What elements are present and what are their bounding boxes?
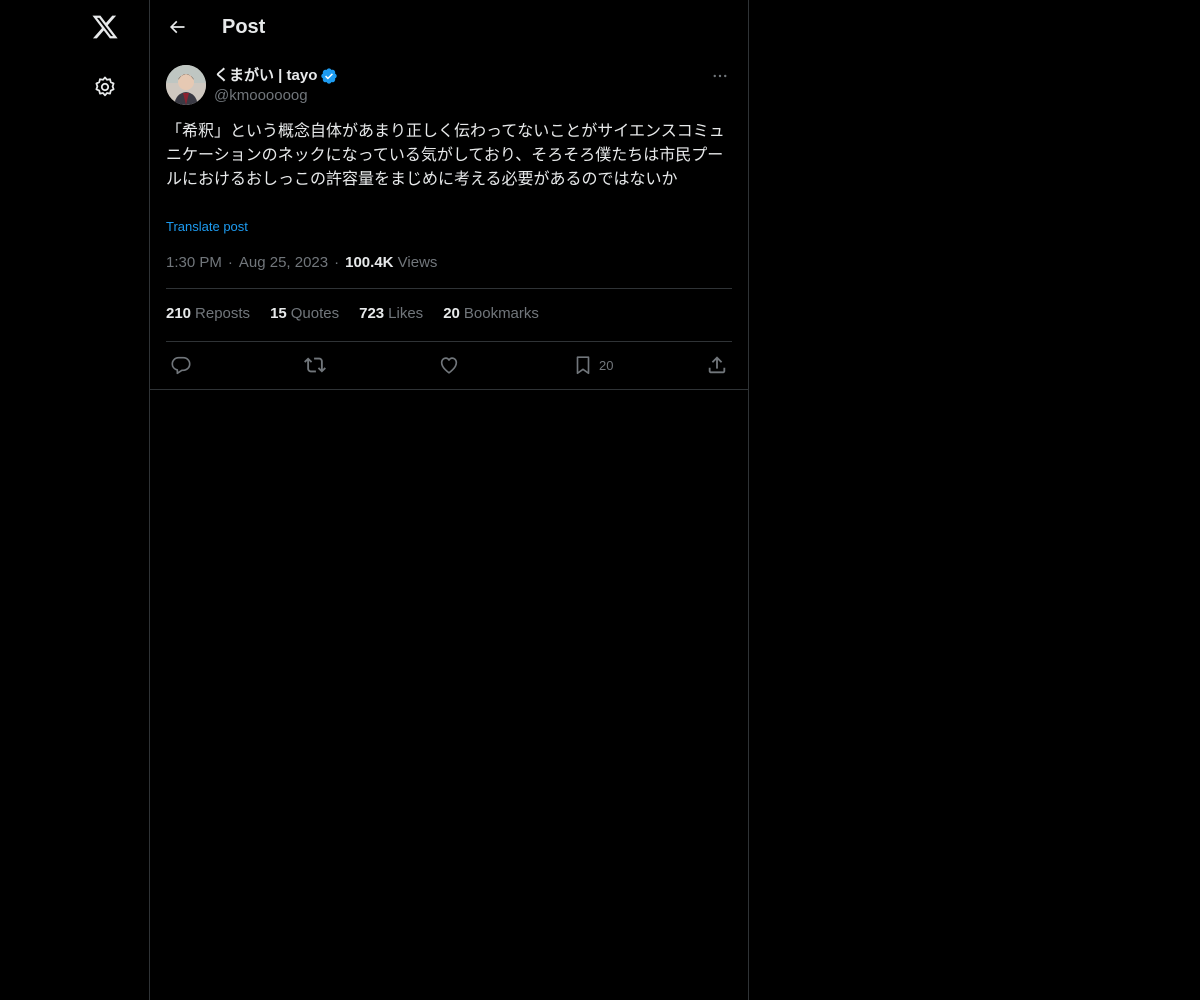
left-nav-rail <box>0 0 149 1000</box>
bookmark-icon <box>576 356 590 375</box>
more-horizontal-icon <box>713 74 727 78</box>
repost-icon <box>304 357 326 373</box>
likes-count: 723 <box>359 305 385 322</box>
views-label: Views <box>397 254 438 271</box>
page-title: Post <box>222 16 266 38</box>
reposts-count: 210 <box>166 305 192 322</box>
author-handle[interactable]: @kmoooooog <box>214 86 308 106</box>
divider <box>166 341 732 342</box>
reply-button[interactable] <box>170 352 192 378</box>
post-header: Post <box>150 0 748 53</box>
back-button[interactable] <box>160 10 194 44</box>
separator-dot: · <box>334 254 340 271</box>
author-name-text: くまがい | tayo <box>214 67 318 84</box>
share-icon <box>708 356 726 374</box>
avatar[interactable] <box>166 65 206 105</box>
reposts-label: Reposts <box>195 305 251 322</box>
verified-badge-icon <box>320 67 338 85</box>
share-button[interactable] <box>706 352 728 378</box>
quotes-count: 15 <box>270 305 287 322</box>
app-root: Post くまがい | tayo @kmoooooog 「希釈」という概念自体が… <box>0 0 1200 1000</box>
post-metadata: 1:30 PM · Aug 25, 2023 · 100.4K Views <box>166 253 437 273</box>
divider <box>150 389 748 390</box>
likes-label: Likes <box>388 305 424 322</box>
repost-button[interactable] <box>304 352 326 378</box>
more-options-button[interactable] <box>708 64 732 88</box>
bookmarks-stat[interactable]: 20 Bookmarks <box>443 303 539 325</box>
bookmarks-label: Bookmarks <box>463 305 539 322</box>
bookmark-button[interactable]: 20 <box>572 352 613 378</box>
views-count: 100.4K <box>345 254 394 271</box>
likes-stat[interactable]: 723 Likes <box>359 303 423 325</box>
main-column: Post くまがい | tayo @kmoooooog 「希釈」という概念自体が… <box>149 0 749 1000</box>
separator-dot: · <box>227 254 233 271</box>
reply-icon <box>171 356 191 375</box>
gear-icon[interactable] <box>80 62 130 112</box>
translate-post-link[interactable]: Translate post <box>166 218 248 236</box>
post-actions: 20 <box>166 352 732 378</box>
bookmark-count: 20 <box>599 357 614 373</box>
heart-icon <box>440 357 458 374</box>
post-date[interactable]: Aug 25, 2023 <box>239 254 328 271</box>
quotes-stat[interactable]: 15 Quotes <box>270 303 339 325</box>
arrow-left-icon <box>169 20 185 34</box>
divider <box>166 288 732 289</box>
post-time[interactable]: 1:30 PM <box>166 254 222 271</box>
author-name[interactable]: くまがい | tayo <box>214 66 338 86</box>
like-button[interactable] <box>438 352 460 378</box>
reposts-stat[interactable]: 210 Reposts <box>166 303 250 325</box>
quotes-label: Quotes <box>290 305 340 322</box>
post-body-text: 「希釈」という概念自体があまり正しく伝わってないことがサイエンスコミュニケーショ… <box>166 121 725 188</box>
bookmarks-count: 20 <box>443 305 460 322</box>
engagement-stats: 210 Reposts 15 Quotes 723 Likes 20 Bookmarks <box>166 303 732 325</box>
x-logo-icon[interactable] <box>80 2 130 52</box>
